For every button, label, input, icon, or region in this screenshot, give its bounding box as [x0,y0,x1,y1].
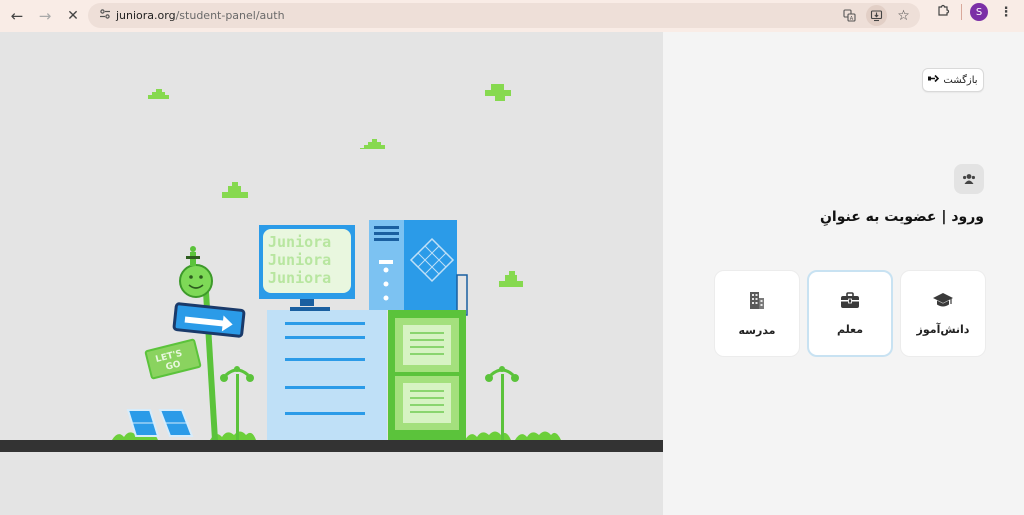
profile-avatar[interactable]: S [970,3,988,21]
bookmark-star-icon[interactable]: ☆ [893,5,914,26]
forward-arrow-icon[interactable]: → [32,3,58,29]
site-info-icon[interactable] [94,8,116,23]
url-text[interactable]: juniora.org/student-panel/auth [116,9,285,22]
lamp-post-right [485,366,519,440]
stop-loading-icon[interactable]: ✕ [60,3,86,29]
role-card-school[interactable]: مدرسه [714,270,800,357]
cloud-icon [145,89,385,149]
auth-panel: بازگشت ورود | عضویت به عنوانِ دانش‌آموز … [663,32,1024,515]
url-path: /student-panel/auth [175,9,285,22]
monitor-text-2: Juniora [268,251,331,269]
svg-text:A: A [850,16,854,22]
role-label-teacher: معلم [836,323,864,336]
back-arrow-icon[interactable]: ← [4,3,30,29]
role-label-student: دانش‌آموز [916,323,970,336]
toolbar-divider [961,4,962,20]
desk-cabinet-green [388,310,466,440]
briefcase-icon [840,291,860,309]
extensions-puzzle-icon[interactable] [933,3,953,21]
ground-strip [0,440,663,452]
computer-tower [369,220,468,316]
monitor-text-1: Juniora [268,233,331,251]
auth-title: ورود | عضویت به عنوانِ [819,209,984,225]
browser-toolbar: ← → ✕ juniora.org/student-panel/auth A ☆… [0,0,1024,32]
address-bar[interactable]: juniora.org/student-panel/auth A ☆ [88,3,920,28]
users-group-icon [954,164,984,194]
desk-cabinet-blue [267,307,387,440]
role-label-school: مدرسه [738,324,776,337]
exit-arrow-icon [928,74,940,86]
building-icon [748,290,766,310]
monitor-text-3: Juniora [268,269,331,287]
role-card-student[interactable]: دانش‌آموز [900,270,986,357]
solar-panels [126,409,194,437]
url-host: juniora.org [116,9,176,22]
back-button-label: بازگشت [943,74,978,86]
graduation-cap-icon [932,291,954,309]
install-app-icon[interactable] [866,5,887,26]
role-card-teacher[interactable]: معلم [807,270,893,357]
illustration-panel: LET'S GO Juniora Juniora Juniora [0,32,663,515]
juniora-illustration: LET'S GO Juniora Juniora Juniora [0,84,663,452]
lamp-post-left [220,366,254,440]
role-cards: دانش‌آموز معلم مدرسه [714,270,986,357]
more-vert-icon[interactable]: ⋮ [996,5,1016,20]
back-button[interactable]: بازگشت [922,68,984,92]
translate-icon[interactable]: A [839,5,860,26]
